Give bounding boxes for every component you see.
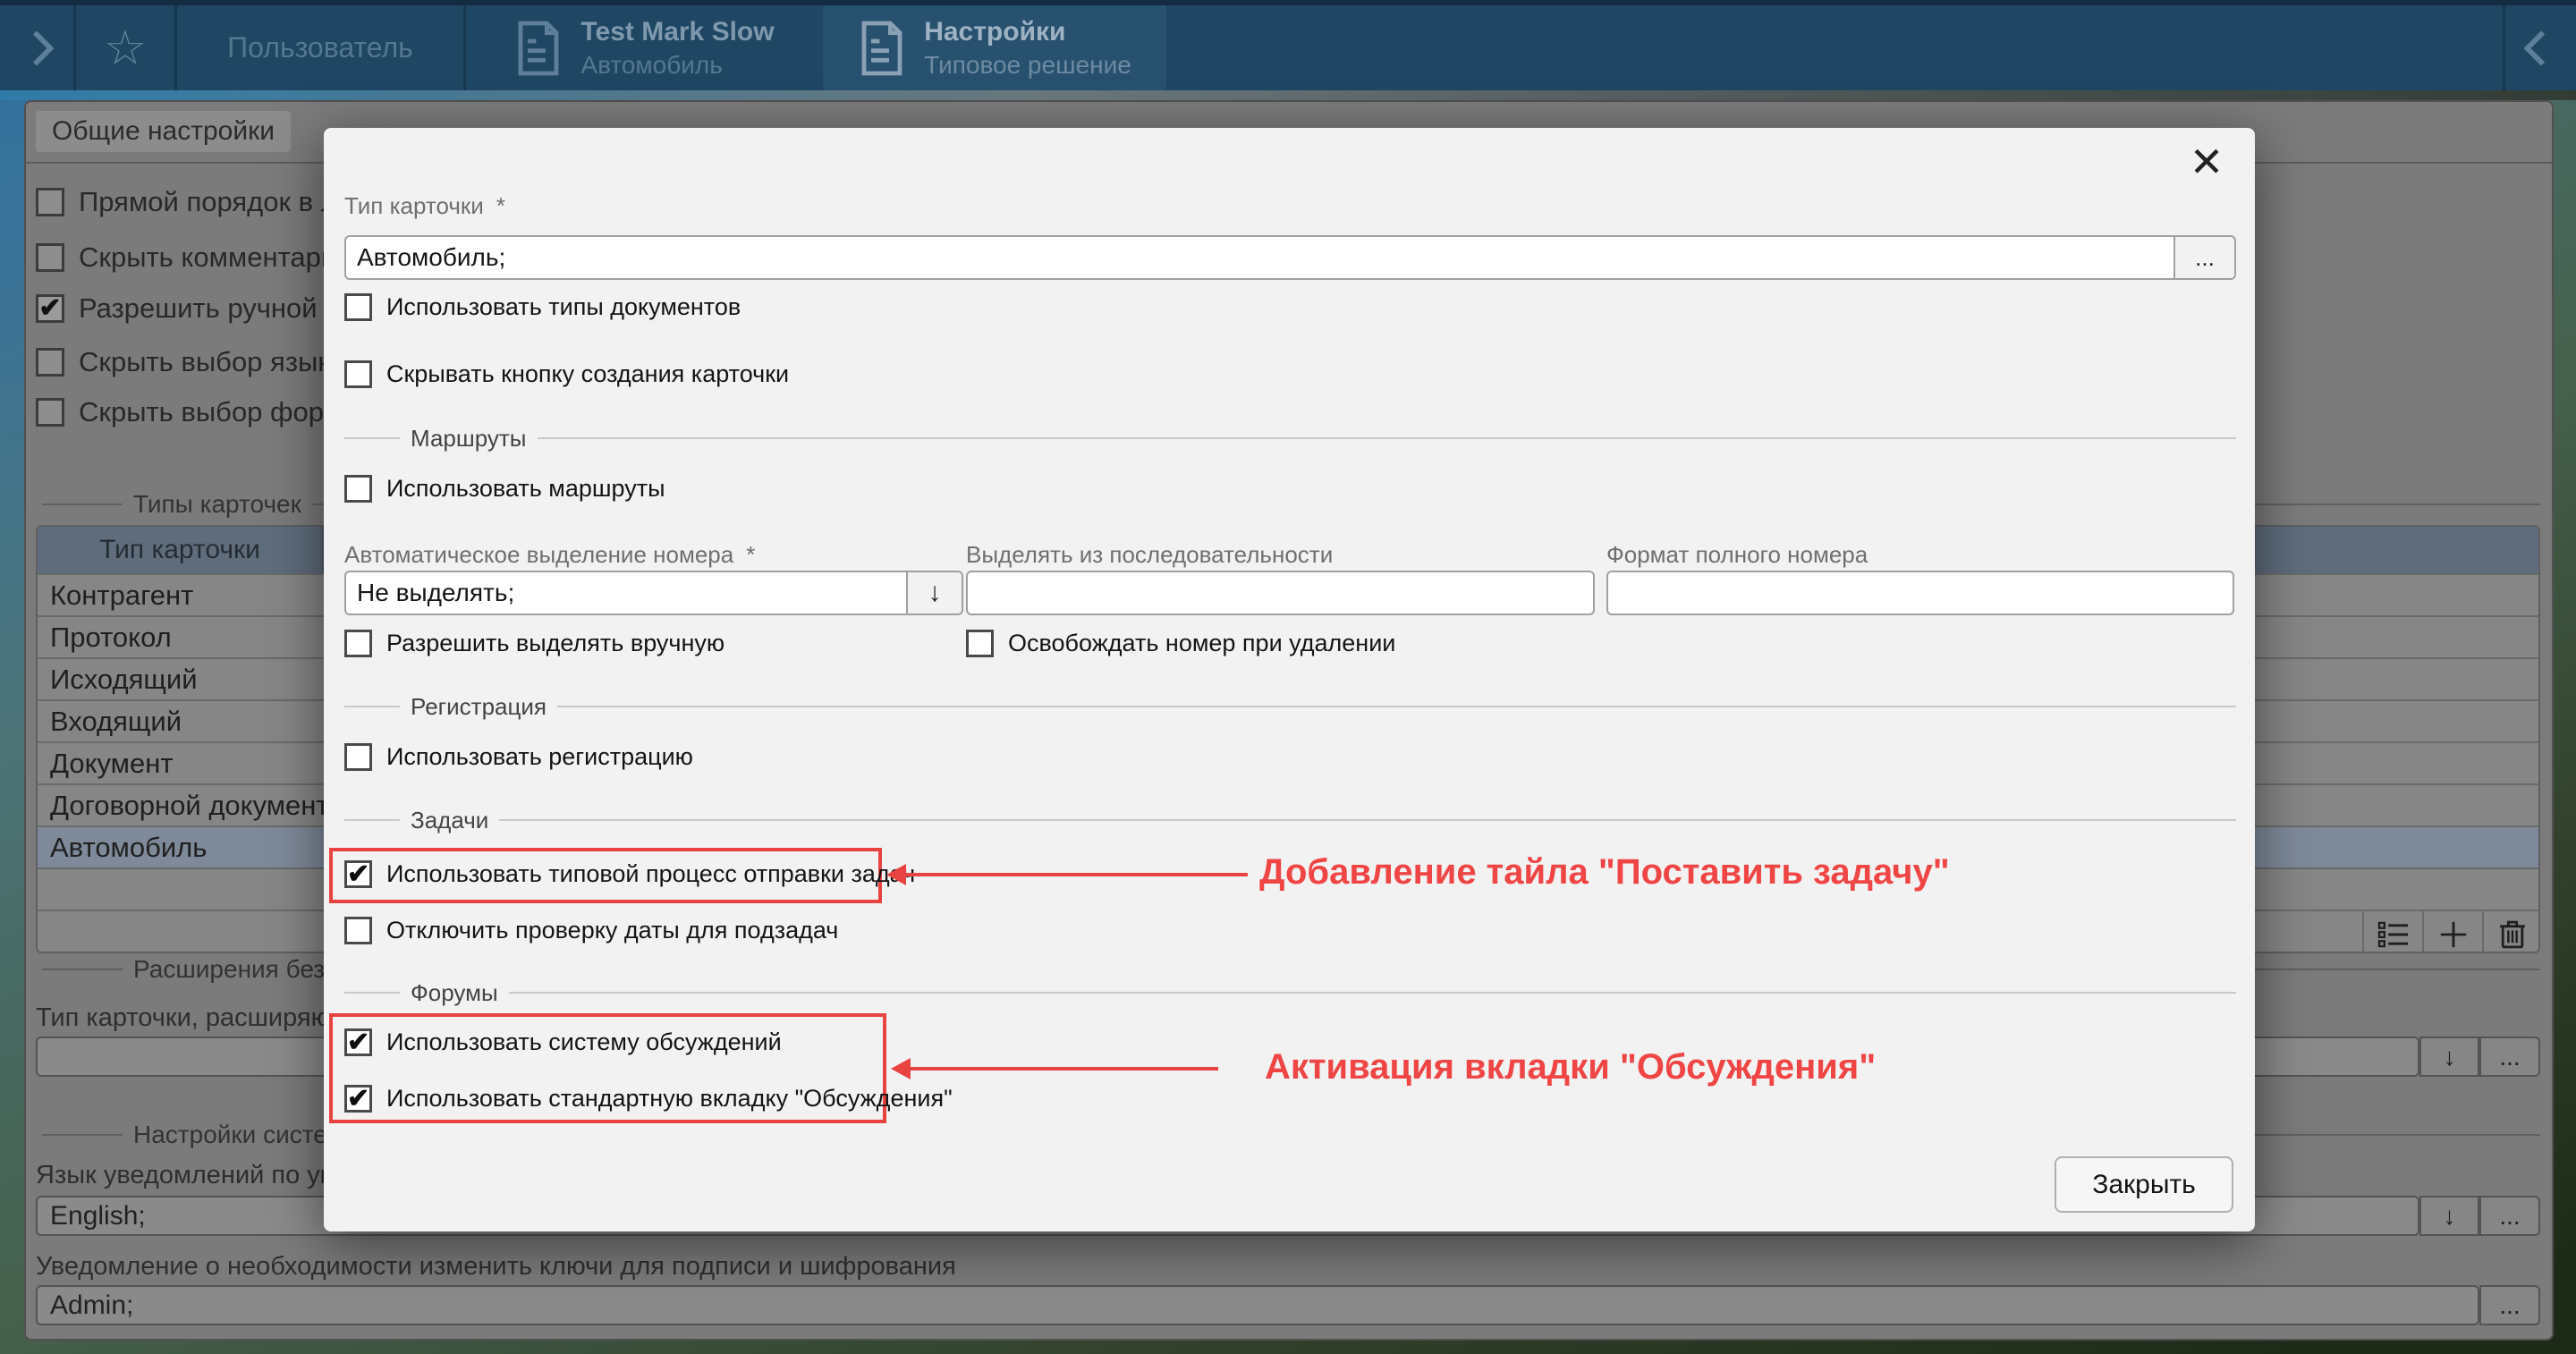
checkbox-use-task-process[interactable]: ✔ Использовать типовой процесс отправки … <box>344 860 915 888</box>
tab-settings[interactable]: Настройки Типовое решение <box>823 5 1166 90</box>
annotation-text-task: Добавление тайла "Поставить задачу" <box>1259 850 1950 893</box>
sequence-label: Выделять из последовательности <box>966 541 1333 569</box>
plus-icon <box>2438 919 2469 950</box>
document-icon <box>514 20 563 77</box>
full-number-format-label: Формат полного номера <box>1606 541 1868 569</box>
tab-test-mark-slow[interactable]: Test Mark Slow Автомобиль <box>466 5 823 90</box>
tab-title: Настройки <box>924 17 1131 47</box>
card-type-input[interactable] <box>344 235 2175 280</box>
list-icon <box>2377 920 2410 949</box>
checkbox-use-forum-system[interactable]: ✔ Использовать систему обсуждений <box>344 1028 782 1056</box>
security-dropdown-button[interactable]: ↓ <box>2419 1037 2479 1077</box>
checkbox-checked[interactable]: ✔ <box>344 1028 372 1056</box>
favorites-button[interactable]: ☆ <box>76 5 174 90</box>
checkbox-checked[interactable]: ✔ <box>344 860 372 888</box>
card-type-settings-dialog: ✕ Тип карточки* ... Использовать типы до… <box>324 128 2255 1231</box>
card-type-label: Тип карточки* <box>344 192 505 220</box>
tab-subtitle: Автомобиль <box>580 51 774 80</box>
backdrop-strip <box>0 90 2576 100</box>
auto-number-label: Автоматическое выделение номера* <box>344 541 755 569</box>
tab-user[interactable]: Пользователь <box>177 5 463 90</box>
dialog-close-footer-button[interactable]: Закрыть <box>2055 1156 2233 1213</box>
document-icon <box>858 20 906 77</box>
required-mark: * <box>496 192 505 219</box>
arrow-down-icon: ↓ <box>928 578 942 608</box>
annotation-arrow-forums <box>894 1067 1218 1071</box>
column-header[interactable]: Тип карточки <box>38 527 324 573</box>
trash-icon <box>2498 919 2527 950</box>
checkbox[interactable] <box>344 743 372 771</box>
auto-number-input[interactable] <box>344 571 908 615</box>
nav-collapse-button[interactable] <box>2505 5 2576 90</box>
notification-ellipsis-button[interactable]: ... <box>2479 1285 2540 1325</box>
close-icon: ✕ <box>2190 138 2224 186</box>
checkbox-use-document-types[interactable]: Использовать типы документов <box>344 293 741 321</box>
tab-general-settings[interactable]: Общие настройки <box>36 111 291 152</box>
checkbox-hide-create-button[interactable]: Скрывать кнопку создания карточки <box>344 360 789 388</box>
app-root: { "topbar": { "tabs": [ { "label": "Поль… <box>0 0 2576 1354</box>
tab-subtitle: Типовое решение <box>924 51 1131 80</box>
checkbox-checked[interactable]: ✔ <box>36 294 64 323</box>
checkbox[interactable] <box>36 398 64 427</box>
checkbox-disable-date-check[interactable]: Отключить проверку даты для подзадач <box>344 917 838 944</box>
checkbox[interactable] <box>36 243 64 272</box>
section-tasks: Задачи <box>344 808 2236 833</box>
auto-number-dropdown-button[interactable]: ↓ <box>906 571 963 615</box>
select-from-list-button[interactable] <box>2362 911 2422 953</box>
section-forums: Форумы <box>344 980 2236 1005</box>
checkbox[interactable] <box>966 630 994 657</box>
checkbox[interactable] <box>344 917 372 944</box>
annotation-arrow-task <box>890 873 1248 876</box>
security-ellipsis-button[interactable]: ... <box>2479 1037 2540 1077</box>
add-row-button[interactable] <box>2422 911 2482 953</box>
tab-title: Test Mark Slow <box>580 17 774 47</box>
checkbox-release-number[interactable]: Освобождать номер при удалении <box>966 630 1395 657</box>
chevron-right-icon <box>19 30 55 66</box>
star-icon: ☆ <box>104 24 147 72</box>
annotation-text-forums: Активация вкладки "Обсуждения" <box>1265 1045 1876 1088</box>
delete-row-button[interactable] <box>2482 911 2540 953</box>
section-registration: Регистрация <box>344 694 2236 719</box>
checkbox[interactable] <box>344 360 372 388</box>
key-change-notification-input[interactable] <box>36 1285 2479 1325</box>
tab-user-label: Пользователь <box>227 31 413 64</box>
section-routes: Маршруты <box>344 426 2236 451</box>
sequence-input[interactable] <box>966 571 1595 615</box>
checkbox[interactable] <box>344 630 372 657</box>
checkbox[interactable] <box>344 293 372 321</box>
chevron-left-icon <box>2523 30 2559 66</box>
checkbox[interactable] <box>344 475 372 503</box>
checkbox[interactable] <box>36 188 64 216</box>
checkbox-use-forum-tab[interactable]: ✔ Использовать стандартную вкладку "Обсу… <box>344 1085 953 1113</box>
dialog-close-button[interactable]: ✕ <box>2182 137 2232 187</box>
checkbox-checked[interactable]: ✔ <box>344 1085 372 1113</box>
card-type-ellipsis-button[interactable]: ... <box>2174 235 2236 280</box>
full-number-format-input[interactable] <box>1606 571 2234 615</box>
nav-expand-button[interactable] <box>0 5 73 90</box>
checkbox-allow-manual[interactable]: Разрешить выделять вручную <box>344 630 724 657</box>
checkbox[interactable] <box>36 348 64 377</box>
checkbox-use-registration[interactable]: Использовать регистрацию <box>344 743 693 771</box>
key-change-notification-label: Уведомление о необходимости изменить клю… <box>36 1252 956 1282</box>
top-bar: ☆ Пользователь Test Mark Slow Автомобиль… <box>0 0 2576 90</box>
language-ellipsis-button[interactable]: ... <box>2479 1196 2540 1236</box>
checkbox-use-routes[interactable]: Использовать маршруты <box>344 475 665 503</box>
language-dropdown-button[interactable]: ↓ <box>2419 1196 2479 1236</box>
